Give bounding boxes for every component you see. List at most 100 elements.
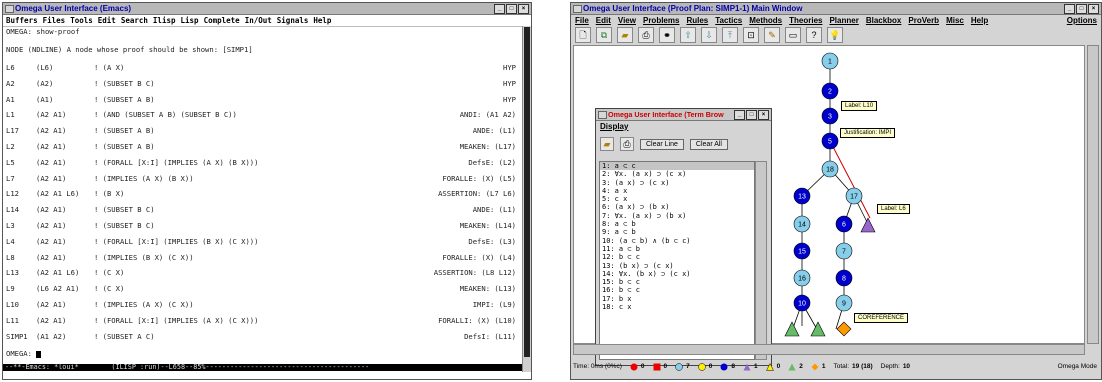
emacs-menu-tools[interactable]: Tools: [70, 16, 93, 25]
clear-line-button[interactable]: Clear Line: [640, 138, 684, 150]
term-list-item[interactable]: 10: (a ⊂ b) ∧ (b ⊂ c): [600, 237, 754, 245]
emacs-menu-complete[interactable]: Complete: [204, 16, 240, 25]
proof-node-14[interactable]: 14: [793, 215, 811, 233]
clear-all-button[interactable]: Clear All: [689, 138, 728, 150]
omega-menu-tactics[interactable]: Tactics: [715, 16, 742, 25]
omega-prompt[interactable]: OMEGA:: [6, 349, 42, 358]
system-menu-icon[interactable]: [5, 5, 14, 13]
close-icon[interactable]: ×: [758, 110, 769, 120]
term-list-item[interactable]: 13: (b x) ⊃ (c x): [600, 262, 754, 270]
arrow-top-icon[interactable]: ⤒: [722, 27, 738, 43]
emacs-menu-buffers[interactable]: Buffers: [6, 16, 38, 25]
omega-menu-theories[interactable]: Theories: [789, 16, 822, 25]
omega-menu-edit[interactable]: Edit: [596, 16, 611, 25]
close-icon[interactable]: ×: [518, 4, 529, 14]
term-list-item[interactable]: 12: b ⊂ c: [600, 253, 754, 261]
open-icon[interactable]: ▰: [600, 137, 614, 151]
emacs-menu-inout[interactable]: In/Out: [245, 16, 272, 25]
maximize-icon[interactable]: □: [1076, 4, 1087, 14]
omega-menu-help[interactable]: Help: [971, 16, 988, 25]
omega-menu-rules[interactable]: Rules: [686, 16, 708, 25]
arrow-up-icon[interactable]: ⇧: [680, 27, 696, 43]
green-triangle-node[interactable]: [784, 321, 800, 337]
omega-menu-methods[interactable]: Methods: [749, 16, 782, 25]
options-menu[interactable]: Options: [1067, 15, 1097, 27]
purple-triangle-node[interactable]: [860, 217, 876, 233]
emacs-menu-lisp[interactable]: Lisp: [181, 16, 199, 25]
term-list-item[interactable]: 14: ∀x. (b x) ⊃ (c x): [600, 270, 754, 278]
emacs-menu-files[interactable]: Files: [43, 16, 66, 25]
term-list-item[interactable]: 9: a ⊂ b: [600, 228, 754, 236]
minimize-icon[interactable]: _: [494, 4, 505, 14]
emacs-buffer[interactable]: OMEGA: show-proof NODE (NDLINE) A node w…: [6, 27, 516, 363]
brush-icon[interactable]: ✎: [764, 27, 780, 43]
zoom-fit-icon[interactable]: ⊡: [743, 27, 759, 43]
minimize-icon[interactable]: _: [734, 110, 745, 120]
window-icon[interactable]: ▭: [785, 27, 801, 43]
proof-node-5[interactable]: 5: [821, 132, 839, 150]
term-list-item[interactable]: 5: c x: [600, 195, 754, 203]
proof-node-16[interactable]: 16: [793, 269, 811, 287]
omega-menu-proverb[interactable]: ProVerb: [908, 16, 939, 25]
emacs-menu-signals[interactable]: Signals: [277, 16, 309, 25]
omega-menu-misc[interactable]: Misc: [946, 16, 964, 25]
term-list-item[interactable]: 17: b x: [600, 295, 754, 303]
print-icon[interactable]: ⎙: [620, 137, 634, 151]
proof-node-15[interactable]: 15: [793, 242, 811, 260]
omega-menu-problems[interactable]: Problems: [643, 16, 679, 25]
proof-node-10[interactable]: 10: [793, 294, 811, 312]
open-icon[interactable]: ▰: [617, 27, 633, 43]
maximize-icon[interactable]: □: [506, 4, 517, 14]
copy-icon[interactable]: ⧉: [596, 27, 612, 43]
proof-node-6[interactable]: 6: [835, 215, 853, 233]
term-list-item[interactable]: 11: a ⊂ b: [600, 245, 754, 253]
new-icon[interactable]: 🗋: [575, 27, 591, 43]
proof-node-18[interactable]: 18: [821, 160, 839, 178]
scroll-thumb[interactable]: [524, 27, 530, 357]
proof-node-1[interactable]: 1: [821, 52, 839, 70]
term-list-item[interactable]: 3: (a x) ⊃ (c x): [600, 179, 754, 187]
emacs-menu-search[interactable]: Search: [121, 16, 148, 25]
canvas-horizontal-scrollbar[interactable]: [573, 344, 1085, 355]
omega-menu-blackbox[interactable]: Blackbox: [866, 16, 902, 25]
term-list-item[interactable]: 16: b ⊂ c: [600, 286, 754, 294]
print-icon[interactable]: ⎙: [638, 27, 654, 43]
term-list-item[interactable]: 6: (a x) ⊃ (b x): [600, 203, 754, 211]
canvas-vertical-scrollbar[interactable]: [1087, 45, 1099, 344]
term-list[interactable]: 1: a ⊂ c 2: ∀x. (a x) ⊃ (c x) 3: (a x) ⊃ (…: [599, 161, 755, 360]
omega-menu-planner[interactable]: Planner: [829, 16, 858, 25]
bulb-icon[interactable]: 💡: [827, 27, 843, 43]
omega-menu-file[interactable]: File: [575, 16, 589, 25]
term-list-item[interactable]: 15: b ⊂ c: [600, 278, 754, 286]
binoculars-icon[interactable]: ⚭: [659, 27, 675, 43]
close-icon[interactable]: ×: [1088, 4, 1099, 14]
proof-node-9[interactable]: 9: [835, 294, 853, 312]
term-list-item[interactable]: 18: c x: [600, 303, 754, 311]
system-menu-icon[interactable]: [573, 5, 582, 13]
arrow-down-icon[interactable]: ⇩: [701, 27, 717, 43]
term-list-item[interactable]: 2: ∀x. (a x) ⊃ (c x): [600, 170, 754, 178]
minimize-icon[interactable]: _: [1064, 4, 1075, 14]
term-list-item[interactable]: 4: a x: [600, 187, 754, 195]
proof-node-3[interactable]: 3: [821, 107, 839, 125]
emacs-menu-edit[interactable]: Edit: [98, 16, 116, 25]
term-list-item[interactable]: 7: ∀x. (a x) ⊃ (b x): [600, 212, 754, 220]
orange-diamond-node[interactable]: [836, 321, 852, 337]
green-triangle-node[interactable]: [810, 321, 826, 337]
term-list-scrollbar[interactable]: [755, 161, 767, 360]
proof-plan-canvas[interactable]: 1 2 3 5 18 13 17 14 6 15 7 16 8 10 9 Label: L10 Justif…: [573, 45, 1085, 366]
system-menu-icon[interactable]: [598, 111, 607, 119]
emacs-menu-help[interactable]: Help: [313, 16, 331, 25]
proof-node-2[interactable]: 2: [821, 82, 839, 100]
emacs-menu-ilisp[interactable]: Ilisp: [153, 16, 176, 25]
omega-menu-view[interactable]: View: [618, 16, 636, 25]
help-icon[interactable]: ?: [806, 27, 822, 43]
term-list-item[interactable]: 8: a ⊂ b: [600, 220, 754, 228]
proof-node-7[interactable]: 7: [835, 242, 853, 260]
emacs-scrollbar[interactable]: [522, 26, 531, 372]
maximize-icon[interactable]: □: [746, 110, 757, 120]
display-menu[interactable]: Display: [596, 121, 771, 133]
proof-node-13[interactable]: 13: [793, 187, 811, 205]
proof-node-17[interactable]: 17: [845, 187, 863, 205]
proof-node-8[interactable]: 8: [835, 269, 853, 287]
